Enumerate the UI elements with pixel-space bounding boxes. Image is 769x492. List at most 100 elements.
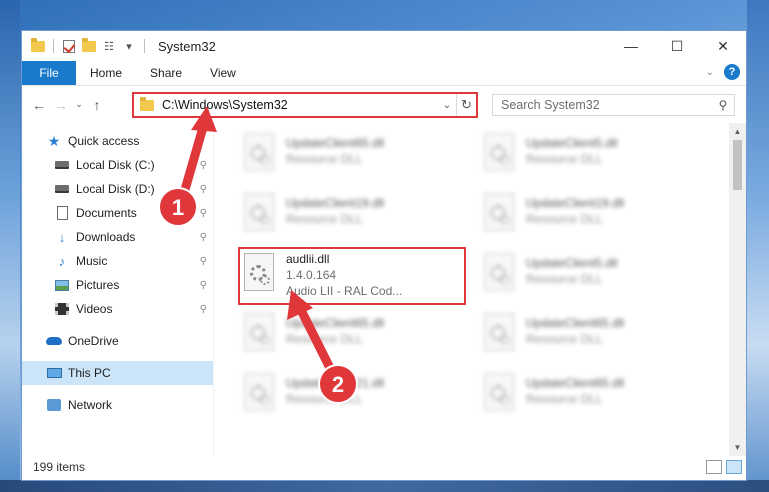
sidebar-item-label: Network: [68, 398, 113, 412]
navigation-bar: ← → ⌄ ↑ C:\Windows\System32 ⌄ ↻ ⚲: [22, 85, 746, 123]
ribbon-tabs: File Home Share View ⌄ ?: [22, 61, 746, 85]
file-item[interactable]: UpdateClient65.dll Resource DLL: [242, 127, 472, 185]
dll-file-icon: [482, 313, 516, 353]
recent-locations-button[interactable]: ⌄: [72, 99, 86, 110]
forward-button[interactable]: →: [50, 97, 72, 113]
dll-file-icon: [482, 373, 516, 413]
videos-icon: [54, 301, 70, 317]
file-name: UpdateClient19.dll: [286, 196, 385, 210]
sidebar-item-local-disk-d[interactable]: Local Disk (D:) ⚲: [22, 177, 213, 201]
help-icon[interactable]: ?: [724, 64, 740, 80]
file-item[interactable]: UpdateClient65.dll Resource DLL: [482, 367, 712, 425]
up-button[interactable]: ↑: [86, 97, 108, 113]
file-name: UpdateClient65.dll: [286, 136, 385, 150]
title-bar: ☷ ▾ System32 — ☐ ✕: [22, 31, 746, 61]
window-controls: — ☐ ✕: [608, 31, 746, 61]
sidebar-item-label: Videos: [76, 302, 113, 316]
documents-icon: [54, 205, 70, 221]
sidebar-item-this-pc[interactable]: This PC: [22, 361, 213, 385]
sidebar-item-videos[interactable]: Videos ⚲: [22, 297, 213, 321]
new-folder-icon[interactable]: [81, 37, 97, 54]
sidebar-item-pictures[interactable]: Pictures ⚲: [22, 273, 213, 297]
quick-access-toolbar: ☷ ▾: [22, 37, 148, 54]
sidebar-item-quick-access[interactable]: ★ Quick access: [22, 129, 213, 153]
pc-icon: [46, 365, 62, 381]
file-description: Resource DLL: [286, 152, 363, 166]
sidebar-item-network[interactable]: Network: [22, 393, 213, 417]
folder-icon: [140, 96, 154, 111]
content-area: ★ Quick access Local Disk (C:) ⚲ Local D…: [22, 123, 746, 456]
file-description: Resource DLL: [286, 332, 363, 346]
download-icon: ↓: [58, 229, 66, 245]
pin-icon[interactable]: ⚲: [200, 256, 207, 267]
sidebar-item-local-disk-c[interactable]: Local Disk (C:) ⚲: [22, 153, 213, 177]
search-icon[interactable]: ⚲: [712, 98, 734, 112]
pin-icon[interactable]: ⚲: [200, 232, 207, 243]
file-name: UpdateClient5.dll: [526, 256, 618, 270]
file-list: UpdateClient65.dll Resource DLL UpdateCli…: [214, 123, 746, 456]
sidebar-item-music[interactable]: ♪ Music ⚲: [22, 249, 213, 273]
file-item[interactable]: UpdateClient19.dll Resource DLL: [242, 187, 472, 245]
folder-icon: [30, 37, 46, 54]
file-description: Resource DLL: [526, 212, 603, 226]
file-name: UpdateClient19.dll: [526, 196, 625, 210]
chevron-down-icon[interactable]: ▾: [121, 38, 137, 54]
details-view-icon[interactable]: [706, 460, 722, 474]
file-item[interactable]: UpdateClient65.dll Resource DLL: [242, 307, 472, 365]
file-name: UpdateClient65.dll: [526, 376, 625, 390]
pin-icon[interactable]: ⚲: [200, 160, 207, 171]
pin-icon[interactable]: ⚲: [200, 184, 207, 195]
vertical-scrollbar[interactable]: ▲ ▼: [729, 123, 746, 456]
tab-share[interactable]: Share: [136, 61, 196, 85]
address-bar[interactable]: C:\Windows\System32 ⌄ ↻: [132, 92, 478, 118]
file-item[interactable]: UpdateClient19.dll Resource DLL: [482, 187, 712, 245]
sidebar-item-label: This PC: [68, 366, 111, 380]
refresh-button[interactable]: ↻: [456, 94, 476, 116]
desktop-background-left: [0, 0, 20, 492]
search-input[interactable]: [501, 98, 712, 112]
expand-ribbon-icon[interactable]: ⌄: [706, 67, 714, 78]
file-name: UpdateClient5.dll: [526, 136, 618, 150]
desktop-background-bottom: [0, 480, 769, 492]
maximize-button[interactable]: ☐: [654, 31, 700, 61]
tab-file[interactable]: File: [22, 61, 76, 85]
search-box[interactable]: ⚲: [492, 94, 735, 116]
explorer-window: ☷ ▾ System32 — ☐ ✕ File Home Share View …: [21, 30, 747, 481]
file-description: Resource DLL: [526, 392, 603, 406]
network-icon: [46, 397, 62, 413]
pin-icon[interactable]: ⚲: [200, 304, 207, 315]
tiles-view-icon[interactable]: [726, 460, 742, 474]
minimize-button[interactable]: —: [608, 31, 654, 61]
customize-toolbar-icon[interactable]: ☷: [101, 38, 117, 54]
back-button[interactable]: ←: [28, 97, 50, 113]
tab-home[interactable]: Home: [76, 61, 136, 85]
file-name: UpdateClient65.dll: [526, 316, 625, 330]
properties-check-icon[interactable]: [61, 38, 77, 54]
file-item[interactable]: UpdateClient65.dll Resource DLL: [482, 307, 712, 365]
sidebar-item-label: Downloads: [76, 230, 136, 244]
file-description: Resource DLL: [526, 272, 603, 286]
sidebar-item-label: Local Disk (D:): [76, 182, 155, 196]
tab-view[interactable]: View: [196, 61, 250, 85]
desktop-background-right: [747, 0, 769, 492]
disk-icon: [54, 181, 70, 197]
scroll-up-button[interactable]: ▲: [729, 123, 746, 140]
status-bar: 199 items: [22, 454, 746, 480]
sidebar-item-documents[interactable]: Documents ⚲: [22, 201, 213, 225]
sidebar-item-downloads[interactable]: ↓ Downloads ⚲: [22, 225, 213, 249]
close-button[interactable]: ✕: [700, 31, 746, 61]
address-path[interactable]: C:\Windows\System32: [162, 98, 438, 112]
toolbar-divider: [53, 39, 54, 53]
pin-icon[interactable]: ⚲: [200, 208, 207, 219]
file-item[interactable]: UpdateClient21.dll Resource DLL: [242, 367, 472, 425]
navigation-pane: ★ Quick access Local Disk (C:) ⚲ Local D…: [22, 123, 214, 456]
scroll-thumb[interactable]: [733, 140, 742, 190]
item-count: 199 items: [33, 460, 86, 474]
address-dropdown-icon[interactable]: ⌄: [438, 100, 456, 111]
dll-file-icon: [242, 133, 276, 173]
file-item[interactable]: UpdateClient5.dll Resource DLL: [482, 127, 712, 185]
file-item[interactable]: UpdateClient5.dll Resource DLL: [482, 247, 712, 305]
sidebar-item-label: Local Disk (C:): [76, 158, 155, 172]
sidebar-item-onedrive[interactable]: OneDrive: [22, 329, 213, 353]
pin-icon[interactable]: ⚲: [200, 280, 207, 291]
